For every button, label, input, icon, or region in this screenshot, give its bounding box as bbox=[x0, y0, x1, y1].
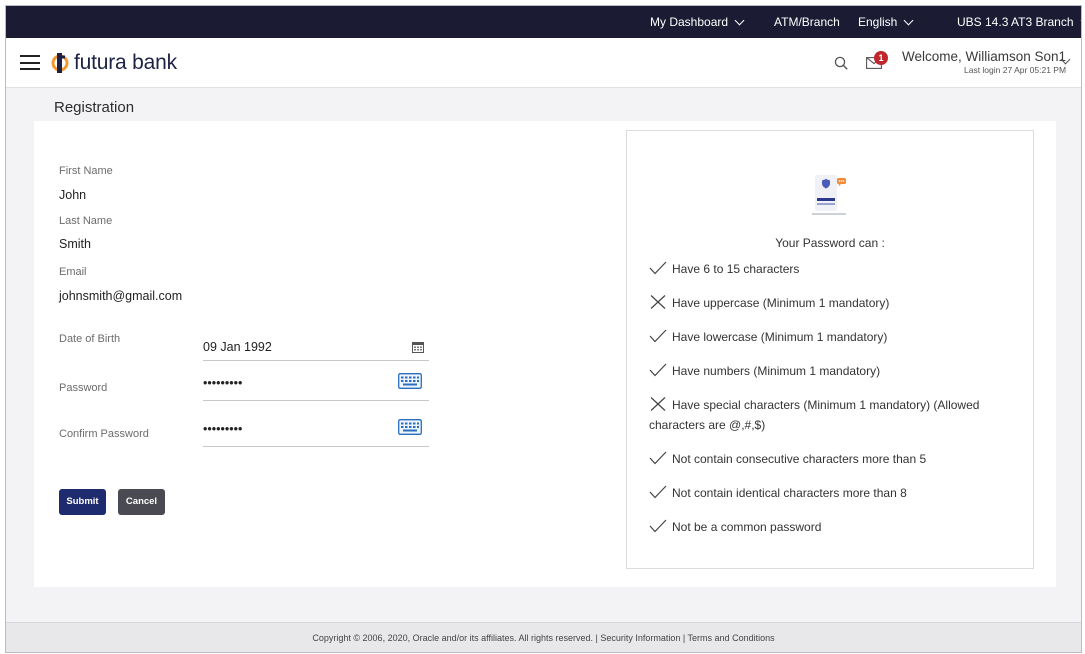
check-icon bbox=[649, 485, 667, 499]
rule-text: Have numbers (Minimum 1 mandatory) bbox=[672, 364, 881, 378]
cross-icon bbox=[650, 397, 666, 411]
check-icon bbox=[649, 519, 667, 533]
chevron-down-icon bbox=[903, 15, 914, 25]
dob-field[interactable]: 09 Jan 1992 bbox=[203, 340, 272, 354]
branch-menu[interactable]: UBS 14.3 AT3 Branch bbox=[957, 6, 1081, 38]
page-title: Registration bbox=[54, 99, 135, 116]
dob-label: Date of Birth bbox=[59, 333, 121, 345]
atm-branch-label: ATM/Branch bbox=[774, 15, 840, 29]
first-name-value: John bbox=[59, 188, 87, 202]
rule-text: Not be a common password bbox=[672, 520, 822, 534]
search-icon[interactable] bbox=[834, 56, 848, 70]
keyboard-icon[interactable] bbox=[398, 419, 422, 435]
rule-item: Have lowercase (Minimum 1 mandatory) bbox=[649, 327, 1019, 347]
rules-title: Your Password can : bbox=[775, 236, 885, 250]
my-dashboard-label: My Dashboard bbox=[650, 15, 729, 29]
last-name-value: Smith bbox=[59, 237, 91, 251]
rule-item: Not be a common password bbox=[649, 517, 1019, 537]
confirm-password-field[interactable]: ••••••••• bbox=[203, 422, 242, 436]
cancel-button[interactable]: Cancel bbox=[118, 489, 165, 515]
notification-badge: 1 bbox=[874, 51, 888, 65]
top-bar: My Dashboard ATM/Branch English UBS 14.3… bbox=[6, 6, 1081, 38]
language-menu[interactable]: English bbox=[858, 6, 914, 38]
welcome-text: Welcome, Williamson Son1 bbox=[902, 49, 1067, 64]
last-login-text: Last login 27 Apr 05:21 PM bbox=[963, 65, 1067, 75]
check-icon bbox=[649, 329, 667, 343]
password-underline bbox=[203, 400, 429, 401]
rule-text: Have uppercase (Minimum 1 mandatory) bbox=[672, 296, 890, 310]
dob-underline bbox=[203, 360, 429, 361]
rule-text: Not contain identical characters more th… bbox=[672, 486, 907, 500]
menu-icon[interactable] bbox=[20, 55, 40, 70]
password-illustration-icon bbox=[812, 175, 846, 215]
rule-item: Have uppercase (Minimum 1 mandatory) bbox=[649, 293, 1019, 313]
footer: Copyright © 2006, 2020, Oracle and/or it… bbox=[6, 622, 1081, 652]
my-dashboard-menu[interactable]: My Dashboard bbox=[650, 6, 745, 38]
keyboard-icon[interactable] bbox=[398, 373, 422, 389]
email-label: Email bbox=[59, 266, 87, 278]
user-menu[interactable]: Welcome, Williamson Son1 Last login 27 A… bbox=[902, 49, 1066, 75]
rule-text: Have lowercase (Minimum 1 mandatory) bbox=[672, 330, 888, 344]
rule-item: Not contain consecutive characters more … bbox=[649, 449, 1019, 469]
rule-item: Not contain identical characters more th… bbox=[649, 483, 1019, 503]
check-icon bbox=[649, 363, 667, 377]
logo-text: futura bank bbox=[74, 51, 177, 74]
confirm-password-label: Confirm Password bbox=[59, 428, 149, 440]
rule-item: Have 6 to 15 characters bbox=[649, 259, 1019, 279]
email-value: johnsmith@gmail.com bbox=[59, 289, 183, 303]
rule-item: Have special characters (Minimum 1 manda… bbox=[649, 395, 1009, 435]
rule-text: Not contain consecutive characters more … bbox=[672, 452, 927, 466]
last-name-label: Last Name bbox=[59, 215, 113, 227]
footer-text: Copyright © 2006, 2020, Oracle and/or it… bbox=[312, 633, 775, 643]
password-field[interactable]: ••••••••• bbox=[203, 376, 242, 390]
submit-button[interactable]: Submit bbox=[59, 489, 106, 515]
rule-item: Have numbers (Minimum 1 mandatory) bbox=[649, 361, 1019, 381]
rule-text: Have 6 to 15 characters bbox=[672, 262, 800, 276]
atm-branch-link[interactable]: ATM/Branch bbox=[774, 6, 840, 38]
rule-text: Have special characters (Minimum 1 manda… bbox=[649, 398, 980, 432]
branch-label: UBS 14.3 AT3 Branch bbox=[957, 15, 1074, 29]
app-frame: My Dashboard ATM/Branch English UBS 14.3… bbox=[5, 5, 1082, 653]
language-label: English bbox=[858, 15, 898, 29]
password-label: Password bbox=[59, 382, 108, 394]
futura-logo-icon bbox=[51, 53, 69, 73]
header: futura bank 1 Welcome, Williamson Son1 L… bbox=[6, 38, 1081, 88]
logo[interactable]: futura bank bbox=[50, 51, 177, 75]
check-icon bbox=[649, 451, 667, 465]
confirm-password-underline bbox=[203, 446, 429, 447]
check-icon bbox=[649, 261, 667, 275]
chevron-down-icon bbox=[1080, 15, 1081, 25]
calendar-icon[interactable] bbox=[412, 341, 424, 353]
cross-icon bbox=[650, 295, 666, 309]
password-rules-panel: Your Password can : Have 6 to 15 charact… bbox=[626, 130, 1034, 569]
first-name-label: First Name bbox=[59, 165, 113, 177]
chevron-down-icon bbox=[734, 15, 745, 25]
